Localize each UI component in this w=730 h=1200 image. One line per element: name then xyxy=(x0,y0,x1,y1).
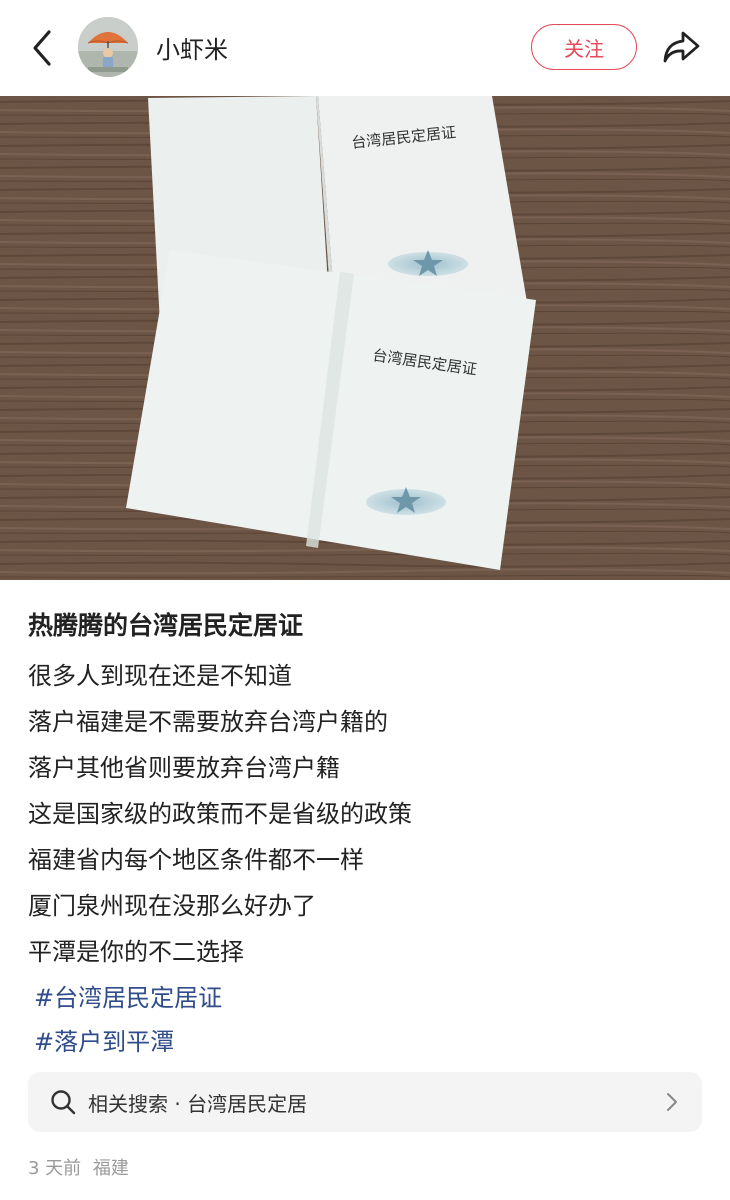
body-line: 福建省内每个地区条件都不一样 xyxy=(28,846,364,874)
share-icon xyxy=(663,31,700,63)
body-line: 落户其他省则要放弃台湾户籍 xyxy=(28,754,340,782)
search-icon xyxy=(50,1088,78,1116)
umbrella-avatar-image xyxy=(78,17,138,77)
top-bar: 小虾米 关注 xyxy=(0,0,730,96)
body-line: 这是国家级的政策而不是省级的政策 xyxy=(28,800,412,828)
share-button[interactable] xyxy=(660,26,702,68)
chevron-right-icon xyxy=(667,1093,677,1111)
post-image[interactable]: 台湾居民定居证 台湾居民定居证 xyxy=(0,96,730,580)
post-title: 热腾腾的台湾居民定居证 xyxy=(28,611,304,640)
avatar[interactable] xyxy=(78,17,138,77)
back-button[interactable] xyxy=(22,26,62,70)
post-body: 很多人到现在还是不知道 落户福建是不需要放弃台湾户籍的 落户其他省则要放弃台湾户… xyxy=(28,656,708,1066)
hashtag-link[interactable]: #台湾居民定居证 xyxy=(28,978,708,1022)
post-time: 3 天前 xyxy=(28,1158,82,1179)
follow-button[interactable]: 关注 xyxy=(531,24,637,70)
username[interactable]: 小虾米 xyxy=(156,30,228,65)
body-line: 很多人到现在还是不知道 xyxy=(28,662,292,690)
related-search-text: 相关搜索 · 台湾居民定居 xyxy=(88,1091,308,1116)
post-meta: 3 天前 福建 xyxy=(28,1154,129,1180)
photo-svg: 台湾居民定居证 台湾居民定居证 xyxy=(0,96,730,580)
hashtag-link[interactable]: #落户到平潭 xyxy=(28,1022,708,1066)
body-line: 厦门泉州现在没那么好办了 xyxy=(28,892,316,920)
body-line: 落户福建是不需要放弃台湾户籍的 xyxy=(28,708,388,736)
body-line: 平潭是你的不二选择 xyxy=(28,938,244,966)
related-search-bar[interactable]: 相关搜索 · 台湾居民定居 xyxy=(28,1072,702,1132)
post-location: 福建 xyxy=(92,1158,129,1179)
chevron-left-icon xyxy=(33,30,51,66)
